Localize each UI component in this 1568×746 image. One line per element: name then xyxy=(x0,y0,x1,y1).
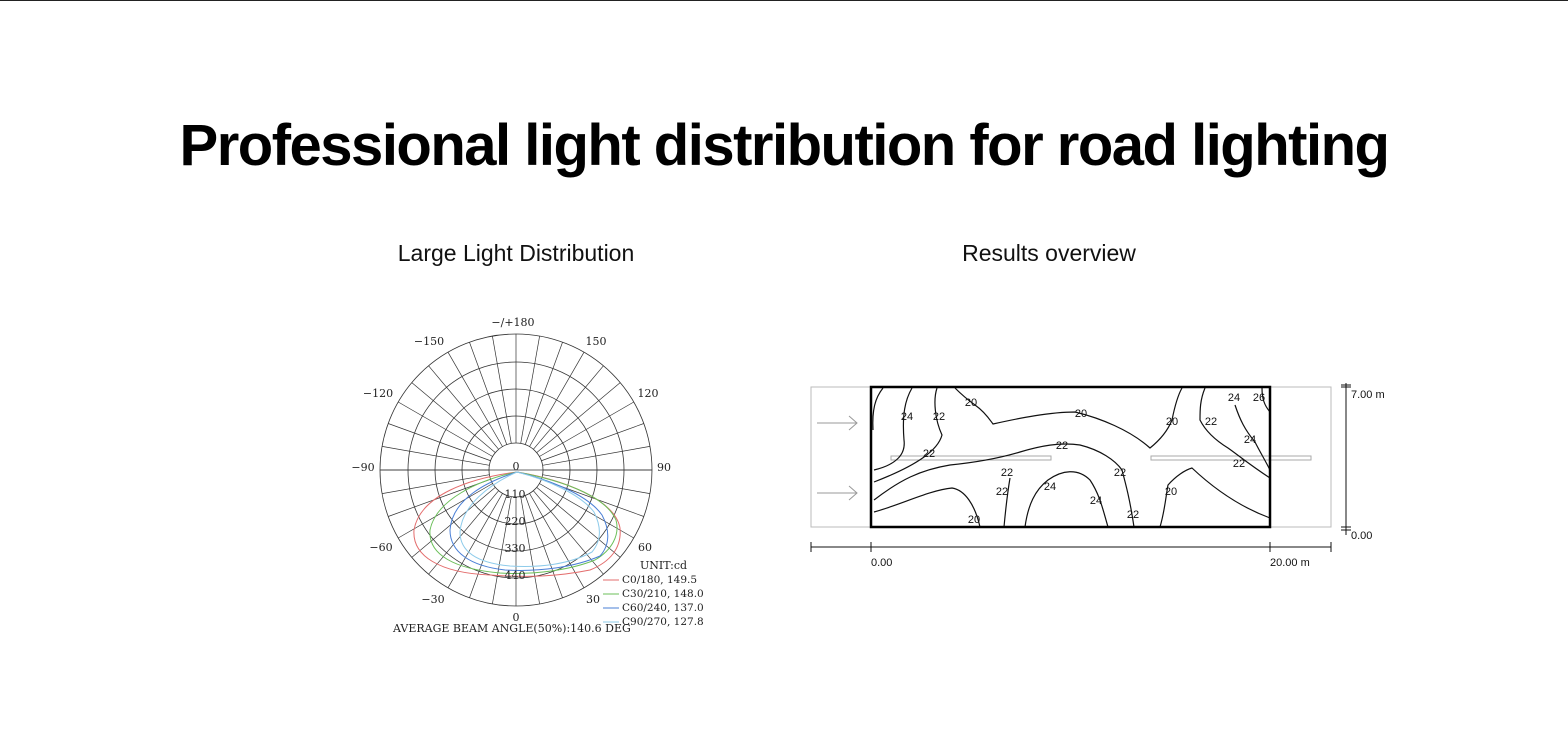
radial-label-3: 330 xyxy=(505,542,526,555)
legend-item-c90: C90/270, 127.8 xyxy=(622,616,704,628)
contour-label: 22 xyxy=(1114,467,1126,479)
angle-label-bottom-right: 30 xyxy=(586,593,600,606)
contour-line xyxy=(873,387,913,471)
radial-label-4: 440 xyxy=(505,569,526,582)
angle-label-bottom-left: −30 xyxy=(421,593,444,606)
unit-label: UNIT:cd xyxy=(640,559,687,572)
polar-grid-spoke xyxy=(469,495,508,598)
contour-label: 22 xyxy=(923,448,935,460)
contour-label: 22 xyxy=(1056,440,1068,452)
contour-line xyxy=(873,487,981,528)
contour-label: 20 xyxy=(1075,408,1087,420)
contour-label: 26 xyxy=(1253,392,1265,404)
diagram-canvas: −/+180 −150 150 −120 120 −90 90 −60 60 −… xyxy=(351,316,1385,635)
contour-label: 20 xyxy=(968,514,980,526)
contour-label: 22 xyxy=(1233,458,1245,470)
road-area-outline xyxy=(810,386,1332,528)
polar-grid-spoke xyxy=(524,342,563,445)
dim-label-zero-x: 0.00 xyxy=(871,557,892,569)
polar-diagram: −/+180 −150 150 −120 120 −90 90 −60 60 −… xyxy=(351,316,703,635)
contour-label: 22 xyxy=(1205,416,1217,428)
contour-label: 22 xyxy=(1127,509,1139,521)
contour-label: 24 xyxy=(1090,495,1102,507)
beam-angle-footer: AVERAGE BEAM ANGLE(50%):140.6 DEG xyxy=(392,622,631,635)
polar-grid-spoke xyxy=(447,352,503,447)
polar-grid-spoke xyxy=(411,382,496,453)
angle-label-mid-upper-left: −120 xyxy=(363,387,393,400)
polar-grid-spoke xyxy=(469,342,508,445)
arrow-icon-lower xyxy=(817,485,858,501)
contour-label: 22 xyxy=(1001,467,1013,479)
angle-label-mid-upper-right: 120 xyxy=(638,387,659,400)
angle-label-left: −90 xyxy=(351,461,374,474)
contour-label: 24 xyxy=(1244,434,1256,446)
arrow-icon-upper xyxy=(817,415,858,431)
polar-grid-spoke xyxy=(541,423,644,462)
polar-grid-spoke xyxy=(388,423,491,462)
polar-grid-spoke xyxy=(398,483,493,539)
angle-label-lower-left: −60 xyxy=(369,541,392,554)
dim-label-height: 7.00 m xyxy=(1351,389,1385,401)
contour-label: 20 xyxy=(965,397,977,409)
radial-label-2: 220 xyxy=(505,515,526,528)
contour-label: 20 xyxy=(1166,416,1178,428)
luminaire-strip-left xyxy=(890,455,1052,461)
center-label: 0 xyxy=(513,460,520,473)
contour-label: 24 xyxy=(1228,392,1240,404)
polar-grid-spoke xyxy=(539,483,634,539)
polar-grid-spoke xyxy=(524,495,563,598)
contour-label: 24 xyxy=(901,411,913,423)
legend-item-c0: C0/180, 149.5 xyxy=(622,574,697,586)
curve-c90 xyxy=(459,471,600,567)
luminaire-strip-right xyxy=(1150,455,1312,461)
polar-grid-spoke xyxy=(529,352,585,447)
contour-label: 22 xyxy=(996,486,1008,498)
results-diagram: 24 22 20 20 20 22 24 26 24 22 22 22 22 2… xyxy=(810,383,1385,569)
polar-grid-spoke xyxy=(539,401,634,457)
angle-label-top: −/+180 xyxy=(491,316,534,329)
polar-grid-spoke xyxy=(533,365,604,450)
contour-label: 20 xyxy=(1165,486,1177,498)
polar-grid-spoke xyxy=(536,382,621,453)
angle-label-upper-left: −150 xyxy=(414,335,444,348)
dim-label-width: 20.00 m xyxy=(1270,557,1310,569)
angle-label-lower-right: 60 xyxy=(638,541,652,554)
contour-line xyxy=(872,387,884,431)
contour-line xyxy=(873,387,943,483)
legend-item-c30: C30/210, 148.0 xyxy=(622,588,704,600)
angle-label-right: 90 xyxy=(657,461,671,474)
contour-label: 22 xyxy=(933,411,945,423)
polar-grid-spoke xyxy=(529,493,585,588)
legend-item-c60: C60/240, 137.0 xyxy=(622,602,704,614)
traffic-arrows xyxy=(817,415,858,501)
polar-grid-spoke xyxy=(398,401,493,457)
contour-label: 24 xyxy=(1044,481,1056,493)
dim-label-zero-y: 0.00 xyxy=(1351,530,1372,542)
polar-grid-spoke xyxy=(428,365,499,450)
radial-label-1: 110 xyxy=(505,488,526,501)
polar-legend: C0/180, 149.5 C30/210, 148.0 C60/240, 13… xyxy=(603,574,704,628)
contour-line xyxy=(954,387,1183,449)
angle-label-upper-right: 150 xyxy=(586,335,607,348)
